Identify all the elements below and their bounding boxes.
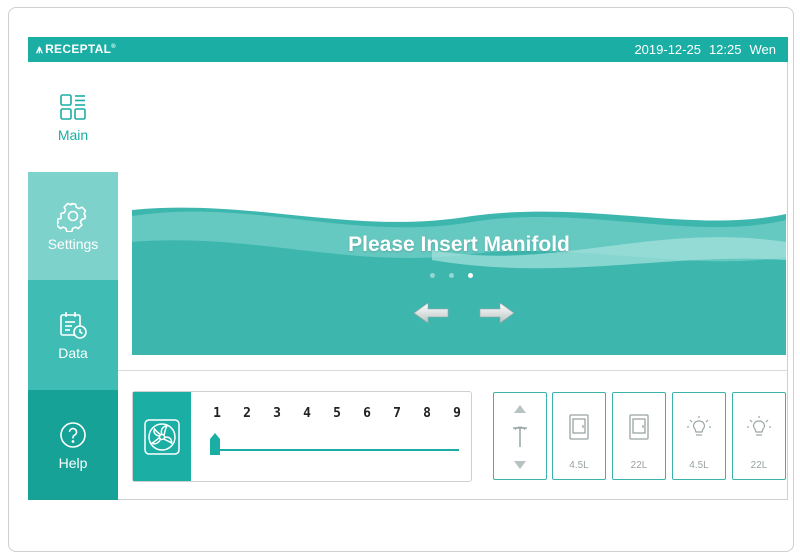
pager-dot[interactable] [430,273,435,278]
speed-label[interactable]: 3 [269,406,285,421]
speed-label[interactable]: 9 [449,406,465,421]
brand-name: RECEPTAL [45,42,112,56]
container-label: 22L [630,460,648,471]
light-label: 4.5L [689,460,709,471]
status-time: 12:25 [708,42,742,57]
divider [118,370,788,371]
brand-logo: ⩚ RECEPTAL® [36,42,116,56]
speed-label[interactable]: 7 [389,406,405,421]
dashboard-grid-icon [60,94,86,120]
sidebar-item-label: Data [58,345,88,361]
fan-speed-panel: 1 2 3 4 5 6 7 8 9 [132,391,472,482]
screen: ⩚ RECEPTAL® 2019-12-25 12:25 Wen Main Set… [28,37,788,500]
speed-label[interactable]: 8 [419,406,435,421]
light-button-4-5l[interactable]: 4.5L [672,392,726,480]
pager-dots [430,273,473,278]
container-button-22l[interactable]: 22L [612,392,666,480]
container-icon [569,414,589,440]
container-button-4-5l[interactable]: 4.5L [552,392,606,480]
pager-dot[interactable] [449,273,454,278]
light-button-22l[interactable]: 22L [732,392,786,480]
status-bar: ⩚ RECEPTAL® 2019-12-25 12:25 Wen [28,37,788,62]
status-weekday: Wen [749,42,777,57]
notification-banner: Please Insert Manifold [132,202,786,355]
fan-icon [144,418,180,455]
question-circle-icon [60,422,86,448]
datetime: 2019-12-25 12:25 Wen [634,42,776,57]
banner-message: Please Insert Manifold [348,233,570,256]
pressure-up-down-icon [513,405,527,469]
gear-icon [57,202,87,232]
speed-scale: 1 2 3 4 5 6 7 8 9 [209,406,465,421]
fan-toggle-button[interactable] [133,392,191,481]
speed-label[interactable]: 6 [359,406,375,421]
sidebar-item-label: Main [57,127,89,143]
pager-dot-active[interactable] [468,273,473,278]
speed-label[interactable]: 1 [209,406,225,421]
speed-slider-thumb[interactable] [210,433,220,455]
arrow-right-icon[interactable] [476,302,516,324]
light-label: 22L [750,460,768,471]
sidebar-item-data[interactable]: Data [28,280,118,390]
speed-label[interactable]: 5 [329,406,345,421]
sidebar-item-label: Help [58,455,88,471]
container-icon [629,414,649,440]
sidebar: Main Settings Data Help [28,62,118,500]
light-bulb-icon [747,416,771,436]
sidebar-item-help[interactable]: Help [28,390,118,500]
container-label: 4.5L [569,460,589,471]
brand-mark: ⩚ [36,42,44,56]
arrow-left-icon[interactable] [412,302,452,324]
speed-label[interactable]: 2 [239,406,255,421]
calendar-clock-icon [60,312,87,339]
sidebar-item-label: Settings [47,236,99,252]
status-date: 2019-12-25 [634,42,701,57]
speed-label[interactable]: 4 [299,406,315,421]
pressure-control-button[interactable] [493,392,547,480]
light-bulb-icon [687,416,711,436]
wave-decoration [132,202,786,269]
sidebar-item-main[interactable]: Main [28,62,118,172]
sidebar-item-settings[interactable]: Settings [28,172,118,280]
speed-slider-track[interactable] [219,449,459,451]
